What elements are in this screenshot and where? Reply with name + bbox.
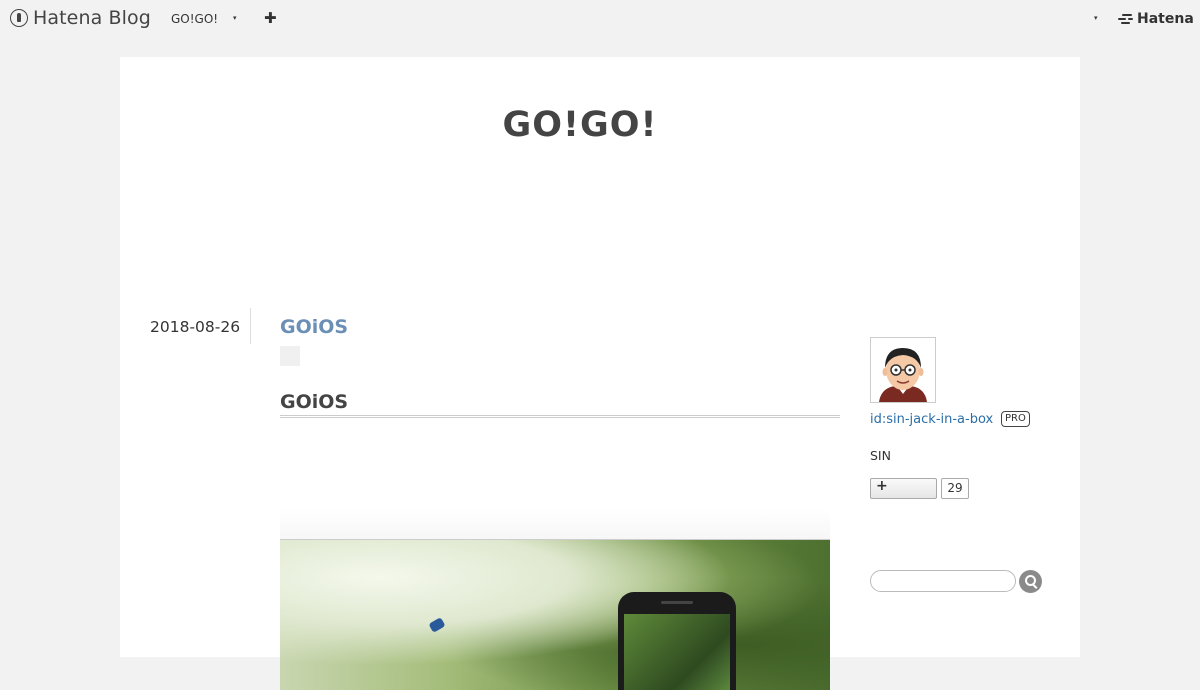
blog-title[interactable]: GO!GO! xyxy=(120,105,1040,145)
phone-screen xyxy=(624,614,730,690)
entry-date[interactable]: 2018-08-26 xyxy=(150,318,240,336)
hatena-blog-logo[interactable]: Hatena Blog xyxy=(10,7,151,29)
entry-image xyxy=(280,539,830,690)
avatar[interactable] xyxy=(870,337,936,403)
search-input[interactable] xyxy=(870,570,1016,592)
image-top-fade xyxy=(280,509,830,539)
pro-badge: PRO xyxy=(1001,411,1030,427)
blog-container: GO!GO! 2018-08-26 GOiOS GOiOS id:sin-jac… xyxy=(120,57,1080,690)
hatena-blog-logo-icon xyxy=(10,9,28,27)
smartphone-illustration xyxy=(618,592,736,690)
phone-speaker xyxy=(661,601,693,604)
category-chip[interactable] xyxy=(280,346,300,366)
hatena-mark-icon xyxy=(1118,13,1134,25)
blog-switcher[interactable]: GO!GO! xyxy=(171,12,218,26)
hatena-logo-text: Hatena xyxy=(1137,11,1194,27)
logo-text: Hatena Blog xyxy=(33,7,151,29)
new-entry-button[interactable]: ✚ xyxy=(264,9,277,27)
user-menu-chevron-down-icon[interactable]: ▾ xyxy=(1094,14,1098,22)
plus-icon: + xyxy=(876,478,888,494)
profile-id-link[interactable]: id:sin-jack-in-a-box xyxy=(870,412,993,427)
profile-name: SIN xyxy=(870,448,891,463)
search-icon[interactable] xyxy=(1019,570,1042,593)
subscriber-count[interactable]: 29 xyxy=(941,478,969,499)
blurred-leaf xyxy=(428,617,446,633)
global-header: Hatena Blog GO!GO! ▾ ✚ ▾ Hatena xyxy=(0,0,1200,38)
chevron-down-icon[interactable]: ▾ xyxy=(233,14,237,22)
avatar-illustration xyxy=(871,338,935,402)
section-heading: GOiOS xyxy=(280,391,840,418)
date-divider xyxy=(250,308,251,344)
subscribe-button[interactable]: + xyxy=(870,478,937,499)
hatena-logo[interactable]: Hatena xyxy=(1118,11,1194,27)
entry-title[interactable]: GOiOS xyxy=(280,316,348,338)
